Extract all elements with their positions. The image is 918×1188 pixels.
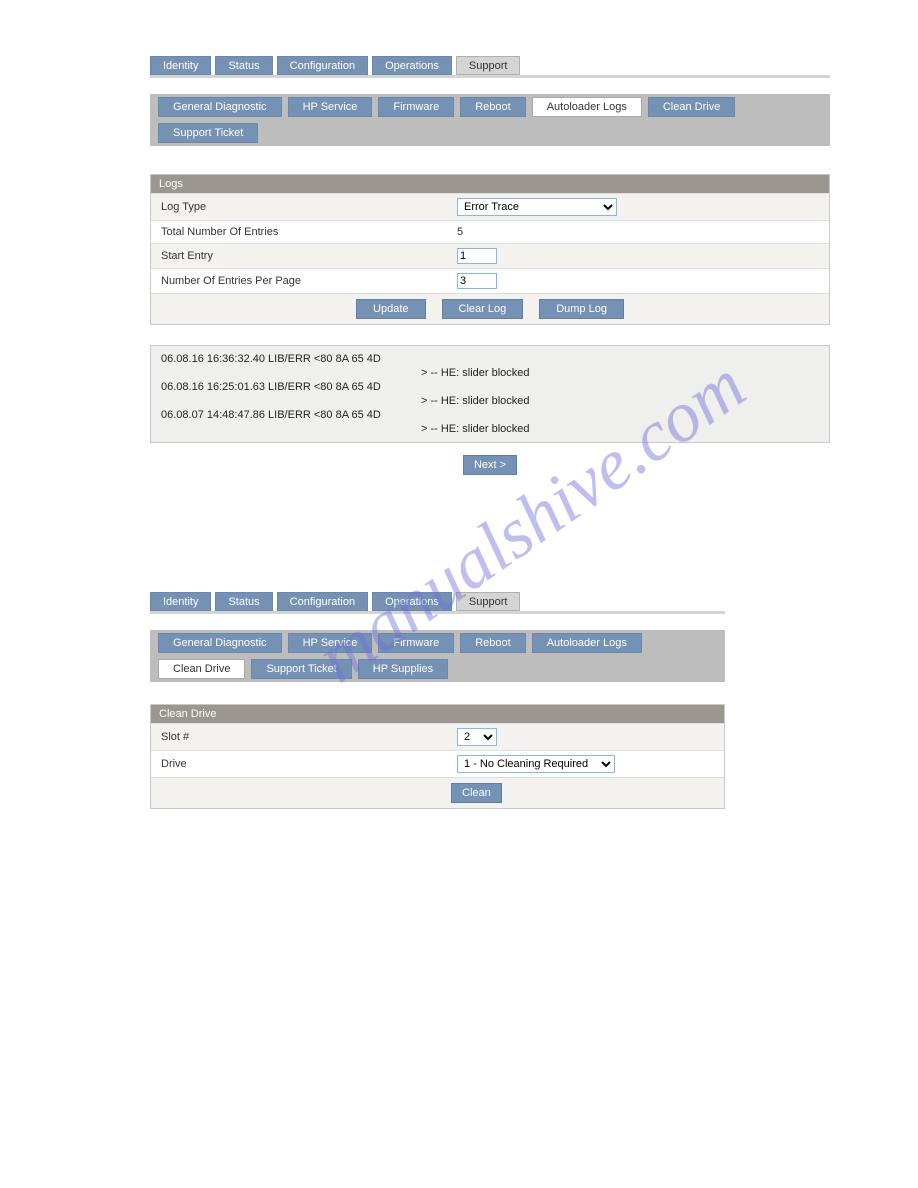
row-log-type: Log Type Error Trace xyxy=(151,193,829,220)
label-log-type: Log Type xyxy=(151,196,451,218)
subtab-autoloader-logs[interactable]: Autoloader Logs xyxy=(532,97,642,117)
subtab-reboot[interactable]: Reboot xyxy=(460,97,525,117)
select-slot[interactable]: 2 xyxy=(457,728,497,746)
tab-operations[interactable]: Operations xyxy=(372,592,452,611)
log-entry-line: 06.08.16 16:25:01.63 LIB/ERR <80 8A 65 4… xyxy=(161,380,819,394)
subtab-firmware[interactable]: Firmware xyxy=(378,97,454,117)
row-log-buttons: Update Clear Log Dump Log xyxy=(151,293,829,324)
row-drive: Drive 1 - No Cleaning Required xyxy=(151,750,724,777)
input-start-entry[interactable] xyxy=(457,248,497,264)
subtab-hp-service[interactable]: HP Service xyxy=(288,97,373,117)
tab-support[interactable]: Support xyxy=(456,56,521,75)
label-drive: Drive xyxy=(151,753,451,775)
next-button[interactable]: Next > xyxy=(463,455,517,475)
subtab-firmware[interactable]: Firmware xyxy=(378,633,454,653)
tab-identity[interactable]: Identity xyxy=(150,592,211,611)
main-tabs: Identity Status Configuration Operations… xyxy=(150,56,830,75)
input-per-page[interactable] xyxy=(457,273,497,289)
tab-status[interactable]: Status xyxy=(215,56,272,75)
subtab-support-ticket[interactable]: Support Ticket xyxy=(158,123,258,143)
support-subtabs: General Diagnostic HP Service Firmware R… xyxy=(150,630,725,682)
subtab-general-diagnostic[interactable]: General Diagnostic xyxy=(158,633,282,653)
row-per-page: Number Of Entries Per Page xyxy=(151,268,829,293)
row-start-entry: Start Entry xyxy=(151,243,829,268)
row-total-entries: Total Number Of Entries 5 xyxy=(151,220,829,243)
tab-support[interactable]: Support xyxy=(456,592,521,611)
row-clean-button: Clean xyxy=(151,777,724,808)
subtab-reboot[interactable]: Reboot xyxy=(460,633,525,653)
log-entry-detail: > -- HE: slider blocked xyxy=(161,422,819,436)
log-entry-line: 06.08.16 16:36:32.40 LIB/ERR <80 8A 65 4… xyxy=(161,352,819,366)
tab-status[interactable]: Status xyxy=(215,592,272,611)
tab-configuration[interactable]: Configuration xyxy=(277,56,368,75)
tab-identity[interactable]: Identity xyxy=(150,56,211,75)
select-drive[interactable]: 1 - No Cleaning Required xyxy=(457,755,615,773)
logs-section-header: Logs xyxy=(151,175,829,193)
main-tabs: Identity Status Configuration Operations… xyxy=(150,592,725,611)
update-button[interactable]: Update xyxy=(356,299,425,319)
logs-section: Logs Log Type Error Trace Total Number O… xyxy=(150,174,830,325)
clear-log-button[interactable]: Clear Log xyxy=(442,299,524,319)
clean-drive-section-header: Clean Drive xyxy=(151,705,724,723)
row-slot: Slot # 2 xyxy=(151,723,724,750)
subtab-support-ticket[interactable]: Support Ticket xyxy=(251,659,351,679)
support-subtabs: General Diagnostic HP Service Firmware R… xyxy=(150,94,830,146)
log-entry-detail: > -- HE: slider blocked xyxy=(161,394,819,408)
subtab-general-diagnostic[interactable]: General Diagnostic xyxy=(158,97,282,117)
select-log-type[interactable]: Error Trace xyxy=(457,198,617,216)
log-output-box: 06.08.16 16:36:32.40 LIB/ERR <80 8A 65 4… xyxy=(150,345,830,443)
dump-log-button[interactable]: Dump Log xyxy=(539,299,624,319)
clean-drive-section: Clean Drive Slot # 2 Drive 1 - No Cleani… xyxy=(150,704,725,809)
support-autoloader-logs-panel: Identity Status Configuration Operations… xyxy=(150,56,830,475)
log-entry-line: 06.08.07 14:48:47.86 LIB/ERR <80 8A 65 4… xyxy=(161,408,819,422)
subtab-clean-drive[interactable]: Clean Drive xyxy=(158,659,245,679)
value-total-entries: 5 xyxy=(451,222,829,242)
label-total-entries: Total Number Of Entries xyxy=(151,221,451,243)
subtab-hp-service[interactable]: HP Service xyxy=(288,633,373,653)
label-per-page: Number Of Entries Per Page xyxy=(151,270,451,292)
clean-button[interactable]: Clean xyxy=(451,783,502,803)
log-entry-detail: > -- HE: slider blocked xyxy=(161,366,819,380)
support-clean-drive-panel: Identity Status Configuration Operations… xyxy=(150,592,725,809)
label-slot: Slot # xyxy=(151,726,451,748)
subtab-clean-drive[interactable]: Clean Drive xyxy=(648,97,735,117)
tab-configuration[interactable]: Configuration xyxy=(277,592,368,611)
subtab-hp-supplies[interactable]: HP Supplies xyxy=(358,659,448,679)
subtab-autoloader-logs[interactable]: Autoloader Logs xyxy=(532,633,642,653)
tab-operations[interactable]: Operations xyxy=(372,56,452,75)
label-start-entry: Start Entry xyxy=(151,245,451,267)
